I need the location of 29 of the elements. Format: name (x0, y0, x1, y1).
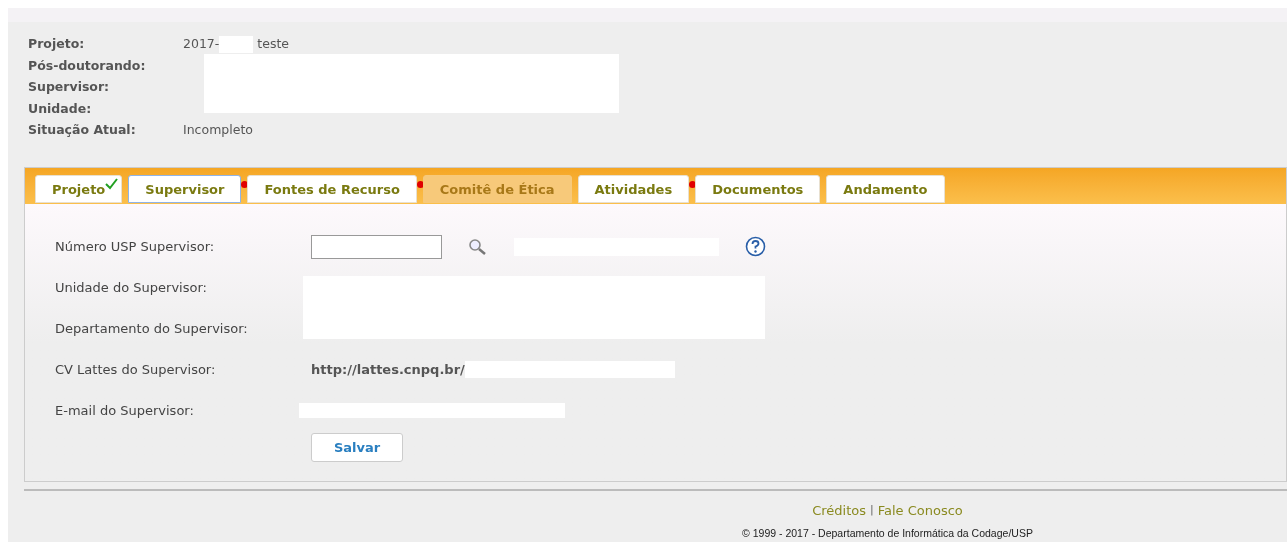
field-label: CV Lattes do Supervisor: (55, 361, 217, 380)
credits-link[interactable]: Créditos (812, 500, 866, 521)
copyright-text: © 1999 - 2017 - Departamento de Informática da Codage/USP (742, 526, 1033, 542)
usp-number-input[interactable] (311, 234, 442, 259)
info-value: Incompleto (183, 121, 253, 140)
lattes-link[interactable]: http://lattes.cnpq.br/ (311, 360, 465, 380)
info-label: Unidade: (28, 99, 93, 118)
info-label: Situação Atual: (28, 121, 137, 140)
info-value: teste (257, 35, 290, 54)
check-icon (105, 178, 119, 191)
tab[interactable]: Atividades (577, 175, 690, 204)
info-label: Pós-doutorando: (28, 56, 147, 75)
tab[interactable]: Andamento (826, 175, 945, 204)
tab[interactable]: Documentos (695, 175, 821, 204)
field-label: Unidade do Supervisor: (55, 279, 208, 298)
field-label: E-mail do Supervisor: (55, 402, 195, 421)
tab[interactable]: Supervisor (128, 175, 242, 204)
search-icon[interactable] (468, 237, 488, 256)
info-value: 2017- (183, 35, 220, 54)
separator: | (870, 502, 874, 519)
help-icon[interactable] (745, 236, 766, 258)
field-label: Departamento do Supervisor: (55, 320, 249, 339)
save-button[interactable]: Salvar (311, 433, 403, 463)
tab[interactable]: Fontes de Recurso (247, 175, 417, 204)
contact-link[interactable]: Fale Conosco (877, 500, 963, 521)
field-label: Número USP Supervisor: (55, 238, 216, 257)
info-label: Projeto: (28, 35, 86, 54)
info-label: Supervisor: (28, 78, 111, 97)
tab[interactable]: Projeto (35, 175, 123, 204)
